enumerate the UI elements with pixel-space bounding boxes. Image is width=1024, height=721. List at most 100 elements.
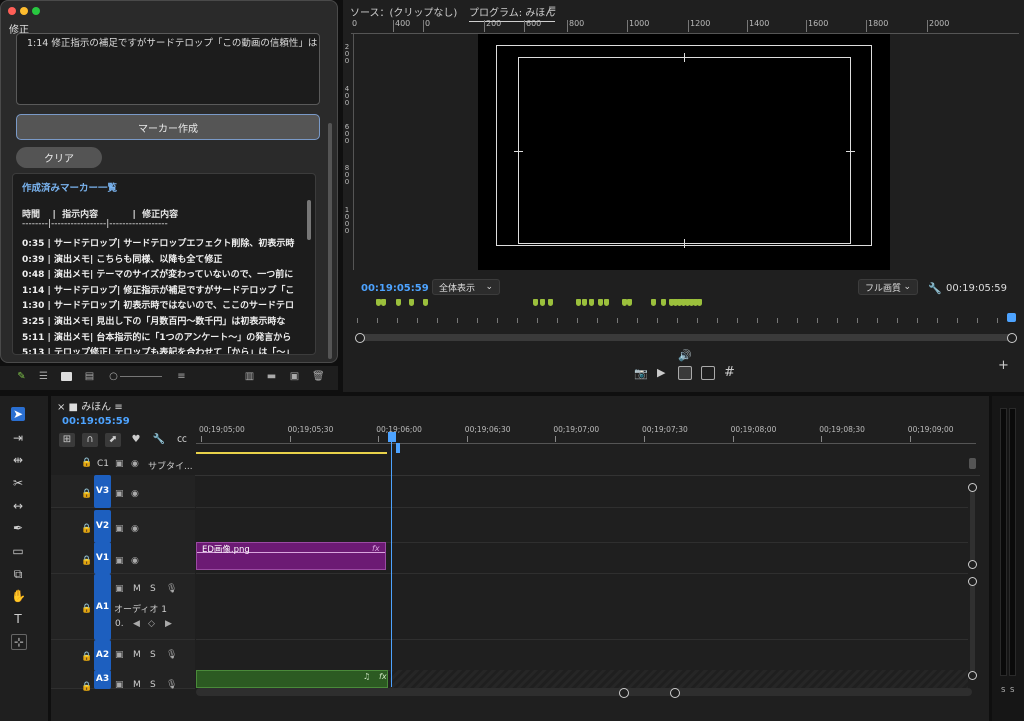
pen-tool-icon[interactable]: ✒	[11, 521, 25, 535]
safe-margins-icon[interactable]	[678, 366, 692, 380]
keyframe-icon[interactable]: ◇	[148, 619, 155, 629]
timeline-marker[interactable]	[598, 299, 603, 306]
lock-icon[interactable]: 🔒	[81, 682, 92, 692]
grid-icon[interactable]: #	[724, 365, 735, 380]
marker-row[interactable]: 1:30 | サードテロップ| 初表示時ではないので、ここのサードテロ	[22, 298, 294, 311]
timeline-timecode[interactable]: 00:19:05:59	[62, 416, 130, 427]
window-minimize-button[interactable]	[20, 7, 28, 15]
lock-icon[interactable]: 🔒	[81, 652, 92, 662]
film-icon[interactable]: ▣	[115, 556, 124, 566]
marker-row[interactable]: 5:11 | 演出メモ| 台本指示的に「1つのアンケート〜」の発言から	[22, 330, 291, 343]
create-marker-button[interactable]: マーカー作成	[16, 114, 320, 140]
work-area-bar[interactable]	[196, 452, 387, 454]
icon-view-icon[interactable]	[61, 372, 72, 381]
slip-tool-icon[interactable]: ↔	[11, 499, 25, 513]
mute-button[interactable]: M	[133, 650, 141, 660]
add-marker-icon[interactable]: ♥	[128, 433, 144, 447]
eye-icon[interactable]: ◉	[131, 524, 139, 534]
mute-button[interactable]: M	[133, 680, 141, 690]
track-target-a1[interactable]: A1	[94, 574, 111, 640]
marker-row[interactable]: 0:48 | 演出メモ| テーマのサイズが変わっていないので、一つ前に	[22, 267, 293, 280]
timeline-settings-wrench-icon[interactable]: 🔧	[151, 433, 167, 447]
selection-tool-icon[interactable]: ➤	[11, 407, 25, 421]
timeline-marker[interactable]	[548, 299, 553, 306]
track-target-a2[interactable]: A2	[94, 640, 111, 671]
film-icon[interactable]: ▣	[115, 489, 124, 499]
lock-icon[interactable]: 🔒	[81, 604, 92, 614]
clip-audio[interactable]	[196, 670, 388, 688]
next-keyframe-icon[interactable]: ▶	[165, 619, 172, 629]
microphone-icon[interactable]: 🎙	[166, 680, 177, 690]
instruction-textarea[interactable]: 1:14 修正指示の補足ですがサードテロップ「この動画の信頼性」はここ	[16, 33, 320, 105]
meter-solo-right[interactable]: S	[1010, 686, 1014, 694]
marker-row[interactable]: 0:39 | 演出メモ| こちらも同様、以降も全て修正	[22, 252, 222, 265]
wrench-icon[interactable]: 🔧	[928, 282, 942, 295]
lock-icon[interactable]: 🔒	[81, 489, 92, 499]
tab-menu-icon[interactable]: ≡	[548, 4, 556, 15]
eye-icon[interactable]: ◉	[131, 489, 139, 499]
track-lane-v2[interactable]	[196, 510, 968, 543]
freeform-view-icon[interactable]: ▤	[84, 372, 95, 382]
film-icon[interactable]: ▣	[115, 680, 124, 690]
solo-button[interactable]: S	[150, 680, 156, 690]
timeline-marker[interactable]	[533, 299, 538, 306]
nest-icon[interactable]: ⊞	[59, 433, 75, 447]
monitor-playhead[interactable]	[1007, 313, 1016, 322]
timeline-marker[interactable]	[697, 299, 702, 306]
timeline-playhead[interactable]	[388, 432, 396, 442]
mute-button[interactable]: M	[133, 584, 141, 594]
rectangle-tool-icon[interactable]: ▭	[11, 544, 25, 558]
trash-icon[interactable]: 🗑	[312, 372, 325, 382]
hand-tool-icon[interactable]: ✋	[11, 589, 26, 603]
film-icon[interactable]: ▣	[115, 524, 124, 534]
prev-keyframe-icon[interactable]: ◀	[133, 619, 140, 629]
playback-quality-select[interactable]: フル画質 ⌄	[858, 279, 918, 295]
type-tool-icon[interactable]: T	[11, 612, 25, 626]
list-view-icon[interactable]: ☰	[38, 372, 49, 382]
microphone-icon[interactable]: 🎙	[166, 650, 177, 660]
track-target-v3[interactable]: V3	[94, 475, 111, 508]
timeline-marker[interactable]	[627, 299, 632, 306]
timeline-marker[interactable]	[396, 299, 401, 306]
window-close-button[interactable]	[8, 7, 16, 15]
program-timecode[interactable]: 00:19:05:59	[361, 283, 429, 294]
lock-icon[interactable]: 🔒	[81, 458, 92, 468]
meter-solo-left[interactable]: S	[1001, 686, 1005, 694]
audio-volume-value[interactable]: 0.	[115, 619, 124, 629]
film-icon[interactable]: ▣	[115, 584, 124, 594]
new-bin-icon[interactable]: ▬	[266, 372, 277, 382]
timeline-zoom-start-handle[interactable]	[619, 688, 629, 698]
window-maximize-button[interactable]	[32, 7, 40, 15]
marker-row[interactable]: 1:14 | サードテロップ| 修正指示が補足ですがサードテロップ「こ	[22, 283, 294, 296]
marker-row[interactable]: 0:35 | サードテロップ| サードテロップエフェクト削除、初表示時	[22, 236, 294, 249]
captions-icon[interactable]: ㏄	[174, 433, 190, 447]
zoom-level-select[interactable]: 全体表示 ⌄	[432, 279, 500, 295]
clear-button[interactable]: クリア	[16, 147, 102, 168]
track-target-a3[interactable]: A3	[94, 670, 111, 689]
play-icon[interactable]: ▶	[657, 366, 665, 379]
solo-button[interactable]: S	[150, 584, 156, 594]
microphone-icon[interactable]: 🎙	[166, 584, 177, 594]
monitor-scroll-end-handle[interactable]	[1007, 333, 1017, 343]
video-tracks-scrollbar[interactable]	[970, 484, 975, 566]
lock-icon[interactable]: 🔒	[81, 524, 92, 534]
pencil-icon[interactable]: ✎	[16, 372, 27, 382]
marker-row[interactable]: 5:13 | テロップ修正| テロップも表記を合わせて「から」は「〜」	[22, 345, 294, 354]
timeline-marker[interactable]	[576, 299, 581, 306]
timeline-marker[interactable]	[651, 299, 656, 306]
marker-list-scrollbar[interactable]	[307, 200, 311, 240]
monitor-zoom-scrollbar[interactable]	[357, 334, 1015, 341]
timeline-marker[interactable]	[381, 299, 386, 306]
ripple-edit-tool-icon[interactable]: ⇹	[11, 453, 25, 467]
timeline-marker[interactable]	[604, 299, 609, 306]
linked-selection-icon[interactable]: ⬈	[105, 433, 121, 447]
add-button[interactable]: +	[998, 358, 1009, 373]
audio-scroll-bottom-handle[interactable]	[968, 671, 977, 680]
track-target-v1[interactable]: V1	[94, 542, 111, 574]
track-lane-a1[interactable]	[196, 574, 968, 640]
eye-icon[interactable]: ◉	[131, 459, 139, 469]
speaker-icon[interactable]: 🔊	[678, 349, 692, 362]
zoom-slider[interactable]	[120, 376, 162, 377]
track-select-tool-icon[interactable]: ⇥	[11, 431, 25, 445]
timeline-marker[interactable]	[582, 299, 587, 306]
